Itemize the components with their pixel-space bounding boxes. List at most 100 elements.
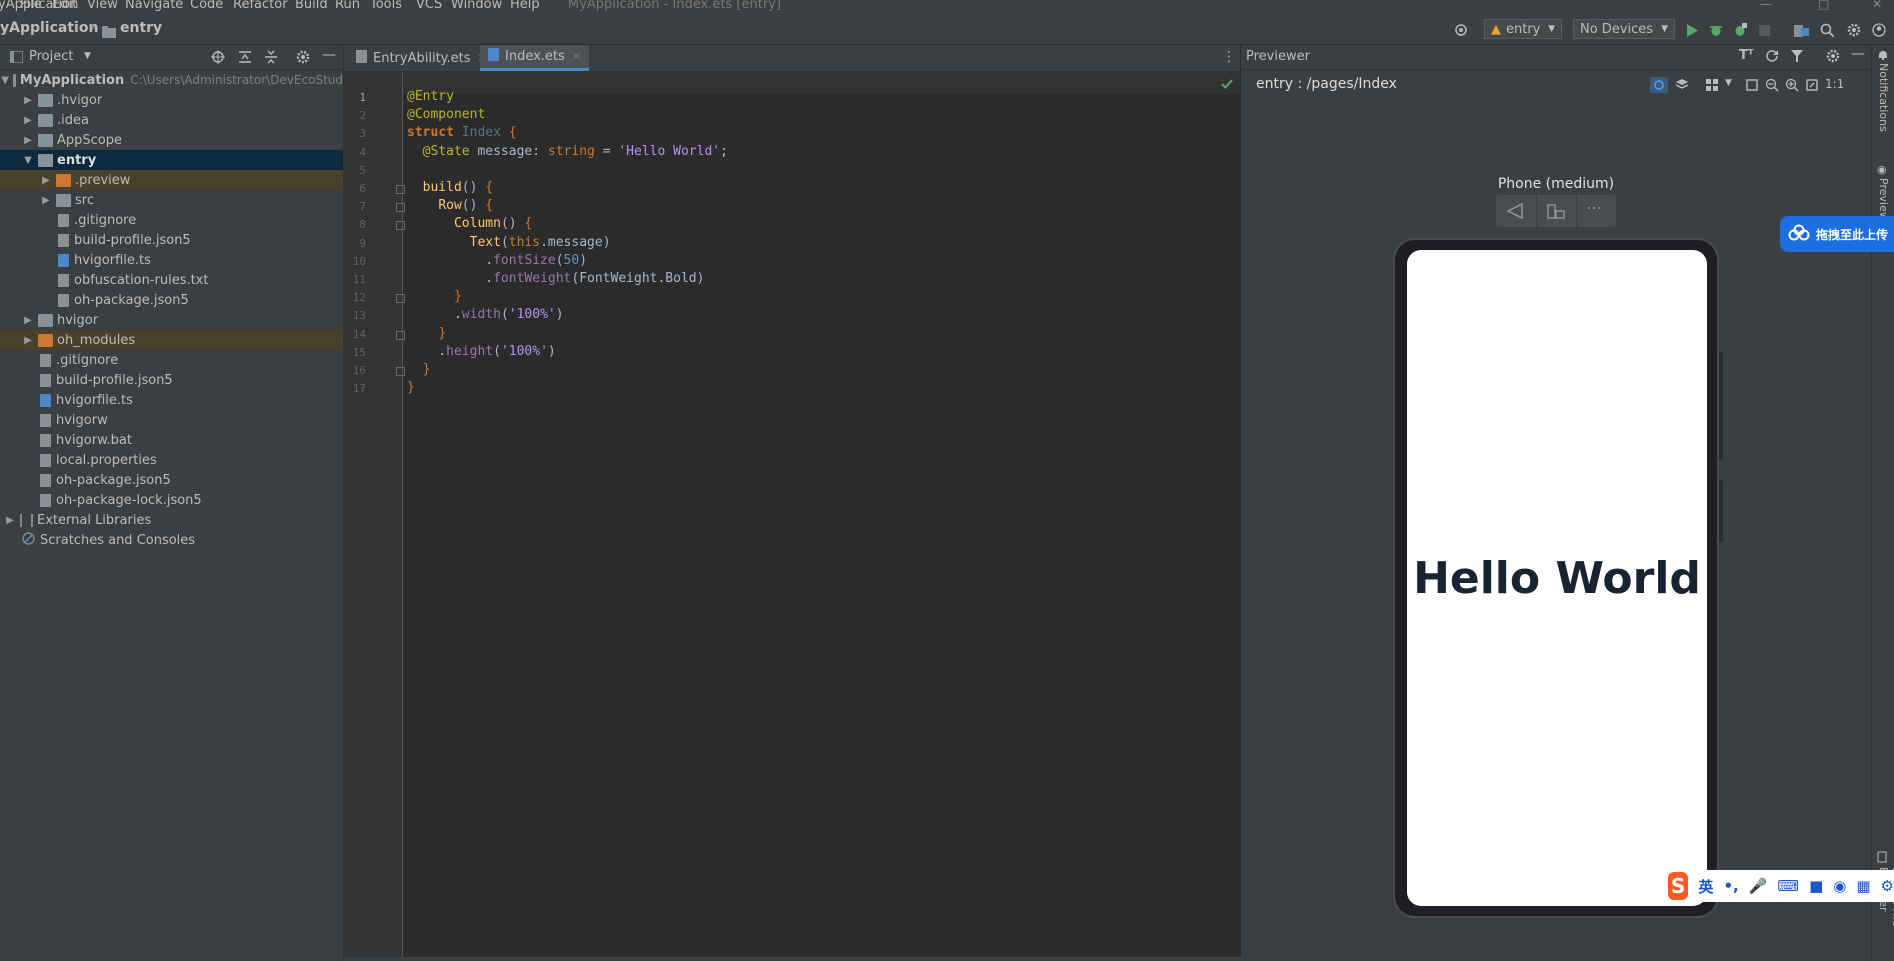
ime-settings-icon[interactable]: ⚙ [1881,877,1894,895]
menu-file[interactable]: File [20,0,42,12]
menu-build[interactable]: Build [295,0,328,12]
search-icon[interactable] [1818,20,1836,40]
menu-refactor[interactable]: Refactor [233,0,288,12]
menu-help[interactable]: Help [510,0,540,12]
hide-previewer-icon[interactable]: — [1851,46,1865,62]
tree-item-entry-hvigorfile[interactable]: hvigorfile.ts [0,250,343,270]
cloud-upload-widget[interactable]: 拖拽至此上传 [1780,216,1894,252]
code-line[interactable]: build() { [407,180,493,195]
chevron-down-icon[interactable]: ▼ [84,51,91,61]
fit-screen-icon[interactable] [1745,78,1759,96]
code-line[interactable]: } [407,289,462,304]
component-mode-icon[interactable] [1650,77,1668,93]
chevron-right-icon[interactable]: ▶ [22,335,34,346]
tree-item-oh-package[interactable]: oh-package.json5 [0,470,343,490]
tree-item-entry-build-profile[interactable]: build-profile.json5 [0,230,343,250]
rotate-icon[interactable] [1805,78,1819,96]
menu-edit[interactable]: Edit [52,0,77,12]
fold-marker-icon[interactable] [396,330,405,340]
chevron-down-icon[interactable]: ▼ [1725,78,1732,88]
tree-item-entry-gitignore[interactable]: .gitignore [0,210,343,230]
maximize-icon[interactable]: □ [1818,0,1829,11]
run-config-select[interactable]: ▲ entry ▼ [1484,19,1562,39]
device-manager-icon[interactable] [1792,20,1810,40]
settings-gear-icon[interactable] [1845,20,1863,40]
close-tab-icon[interactable]: ✕ [572,50,581,63]
tree-item-myapplication[interactable]: ▼ MyApplication C:\Users\Administrator\D… [0,70,343,90]
code-line[interactable]: } [407,326,446,341]
zoom-actual-size[interactable]: 1:1 [1825,77,1844,91]
tree-item-build-profile[interactable]: build-profile.json5 [0,370,343,390]
code-line[interactable]: .fontSize(50) [407,253,587,268]
tab-index[interactable]: Index.ets ✕ [480,45,590,71]
code-line[interactable]: @Entry [407,89,454,104]
chevron-right-icon[interactable]: ▶ [40,195,52,206]
keyboard-icon[interactable]: ⌨ [1777,877,1799,895]
chevron-right-icon[interactable]: ▶ [22,95,34,106]
attach-debugger-icon[interactable] [1731,20,1749,40]
code-line[interactable]: Row() { [407,198,493,213]
chevron-right-icon[interactable]: ▶ [22,135,34,146]
chevron-right-icon[interactable]: ▶ [22,315,34,326]
debug-icon[interactable] [1707,20,1725,40]
game-icon[interactable]: ◉ [1833,877,1846,895]
code-line[interactable]: } [407,380,415,395]
tree-item-appscope[interactable]: ▶ AppScope [0,130,343,150]
tree-item-hvigor[interactable]: ▶ hvigor [0,310,343,330]
punctuation-icon[interactable]: •, [1723,877,1738,895]
menu-window[interactable]: Window [451,0,502,12]
ime-language-toggle[interactable]: 英 [1698,876,1713,897]
code-line[interactable]: @State message: string = 'Hello World'; [407,144,728,159]
filter-icon[interactable] [1790,49,1804,67]
tree-item-hvigor-hidden[interactable]: ▶ .hvigor [0,90,343,110]
tree-item-hvigorw[interactable]: hvigorw [0,410,343,430]
code-line[interactable]: Column() { [407,216,532,231]
collapse-all-icon[interactable] [264,50,278,68]
tree-item-scratches[interactable]: Scratches and Consoles [0,530,343,550]
zoom-out-icon[interactable] [1765,78,1779,96]
tree-item-hvigorfile[interactable]: hvigorfile.ts [0,390,343,410]
menu-vcs[interactable]: VCS [416,0,442,12]
tab-options-icon[interactable]: ⋮ [1222,49,1236,65]
tree-item-oh-modules[interactable]: ▶ oh_modules [0,330,343,350]
inspection-ok-icon[interactable] [1221,78,1233,93]
code-line[interactable]: .width('100%') [407,307,564,322]
menu-run[interactable]: Run [335,0,360,12]
code-line[interactable]: @Component [407,107,485,122]
menu-navigate[interactable]: Navigate [125,0,183,12]
code-line[interactable]: struct Index { [407,125,517,140]
fold-device-icon[interactable] [1547,203,1565,223]
zoom-in-icon[interactable] [1785,78,1799,96]
code-line[interactable]: .height('100%') [407,344,555,359]
target-icon[interactable] [1453,20,1469,40]
tree-item-gitignore[interactable]: .gitignore [0,350,343,370]
expand-all-icon[interactable] [238,50,252,68]
run-icon[interactable] [1683,20,1701,40]
minimize-icon[interactable]: — [1760,0,1772,11]
breadcrumb-module[interactable]: entry [120,20,162,36]
fold-marker-icon[interactable] [396,221,405,231]
tree-item-src[interactable]: ▶ src [0,190,343,210]
close-window-icon[interactable]: ✕ [1872,0,1882,11]
fold-marker-icon[interactable] [396,203,405,213]
stop-icon[interactable] [1755,20,1773,40]
chevron-down-icon[interactable]: ▼ [1,75,9,86]
tree-item-idea[interactable]: ▶ .idea [0,110,343,130]
font-size-icon[interactable]: Tᵀ [1739,48,1753,63]
notifications-tab[interactable]: Notifications [1877,63,1890,132]
more-icon[interactable]: ⋯ [1586,198,1602,217]
layers-icon[interactable] [1675,78,1689,96]
microphone-icon[interactable]: 🎤 [1749,877,1768,895]
tab-entryability[interactable]: EntryAbility.ets ✕ [348,45,495,71]
menu-view[interactable]: View [87,0,118,12]
tree-item-entry-oh-package[interactable]: oh-package.json5 [0,290,343,310]
code-line[interactable]: } [407,362,431,377]
tree-item-entry[interactable]: ▼ entry [0,150,343,170]
chevron-right-icon[interactable]: ▶ [22,115,34,126]
toolbox-icon[interactable]: ▦ [1856,877,1870,895]
code-line[interactable]: .fontWeight(FontWeight.Bold) [407,271,704,286]
breadcrumb-project[interactable]: yApplication [0,20,98,36]
panel-settings-icon[interactable] [296,50,310,68]
tree-item-local-properties[interactable]: local.properties [0,450,343,470]
back-icon[interactable] [1506,202,1524,223]
